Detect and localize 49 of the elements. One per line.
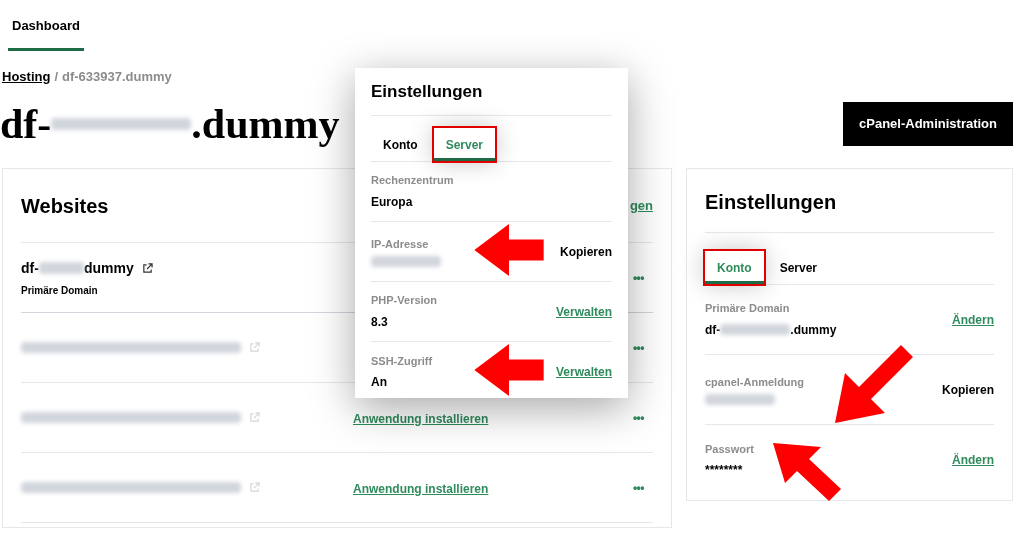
cpanel-button[interactable]: cPanel-Administration — [843, 102, 1013, 146]
field-value: ******** — [705, 462, 743, 480]
website-subtitle: Primäre Domain — [21, 283, 99, 298]
more-menu-button[interactable]: ••• — [633, 338, 644, 357]
page-title: df- — [0, 99, 52, 149]
action-link[interactable]: Verwalten — [555, 302, 612, 321]
nav-tab[interactable]: Dashboard — [8, 16, 84, 51]
field-value: df- — [705, 321, 721, 339]
field-label: SSH-Zugriff — [371, 353, 433, 369]
field-label: IP-Adresse — [371, 236, 430, 252]
field-value: .dummy — [790, 321, 837, 339]
website-name: dummy — [83, 258, 134, 278]
arrow-annotation — [773, 443, 843, 503]
more-menu-button[interactable]: ••• — [633, 478, 644, 497]
blurred-redaction — [720, 324, 791, 336]
field-label: Primäre Domain — [705, 301, 791, 317]
field-label: PHP-Version — [371, 293, 438, 309]
card-title: Websites — [21, 193, 109, 219]
page-title: .dummy — [191, 99, 340, 149]
action-link[interactable]: Verwalten — [555, 363, 612, 381]
external-link-icon[interactable] — [141, 262, 153, 274]
card-title: Einstellungen — [705, 189, 837, 215]
tab[interactable]: Konto — [371, 128, 430, 161]
website-name: df- — [21, 258, 39, 278]
header-link[interactable]: gen — [629, 195, 653, 216]
field-value: 8.3 — [371, 313, 388, 331]
tab[interactable]: Server — [433, 128, 496, 161]
breadcrumb-link[interactable]: Hosting — [2, 66, 51, 86]
blurred-redaction — [38, 262, 84, 274]
blurred-redaction — [371, 256, 441, 268]
tab[interactable]: Server — [767, 251, 830, 284]
field-value: An — [371, 374, 387, 392]
breadcrumb-current: df-633937.dummy — [62, 67, 172, 86]
more-menu-button[interactable]: ••• — [633, 268, 644, 287]
field-value: Europa — [371, 193, 413, 211]
blurred-redaction — [705, 394, 775, 406]
action-link[interactable]: Ändern — [952, 451, 994, 469]
breadcrumb-separator: / — [54, 67, 58, 86]
tab[interactable]: Konto — [705, 251, 764, 284]
field-label: Passwort — [705, 441, 754, 457]
copy-button[interactable]: Kopieren — [942, 380, 994, 399]
install-app-link[interactable]: Anwendung installieren — [353, 411, 489, 426]
copy-button[interactable]: Kopieren — [560, 242, 612, 261]
field-label: Rechenzentrum — [371, 173, 454, 189]
field-label: cpanel-Anmeldung — [705, 374, 804, 390]
install-app-link[interactable]: Anwendung installieren — [353, 481, 489, 496]
more-menu-button[interactable]: ••• — [633, 408, 644, 427]
popup-title: Einstellungen — [371, 80, 483, 103]
action-link[interactable]: Ändern — [952, 310, 994, 329]
